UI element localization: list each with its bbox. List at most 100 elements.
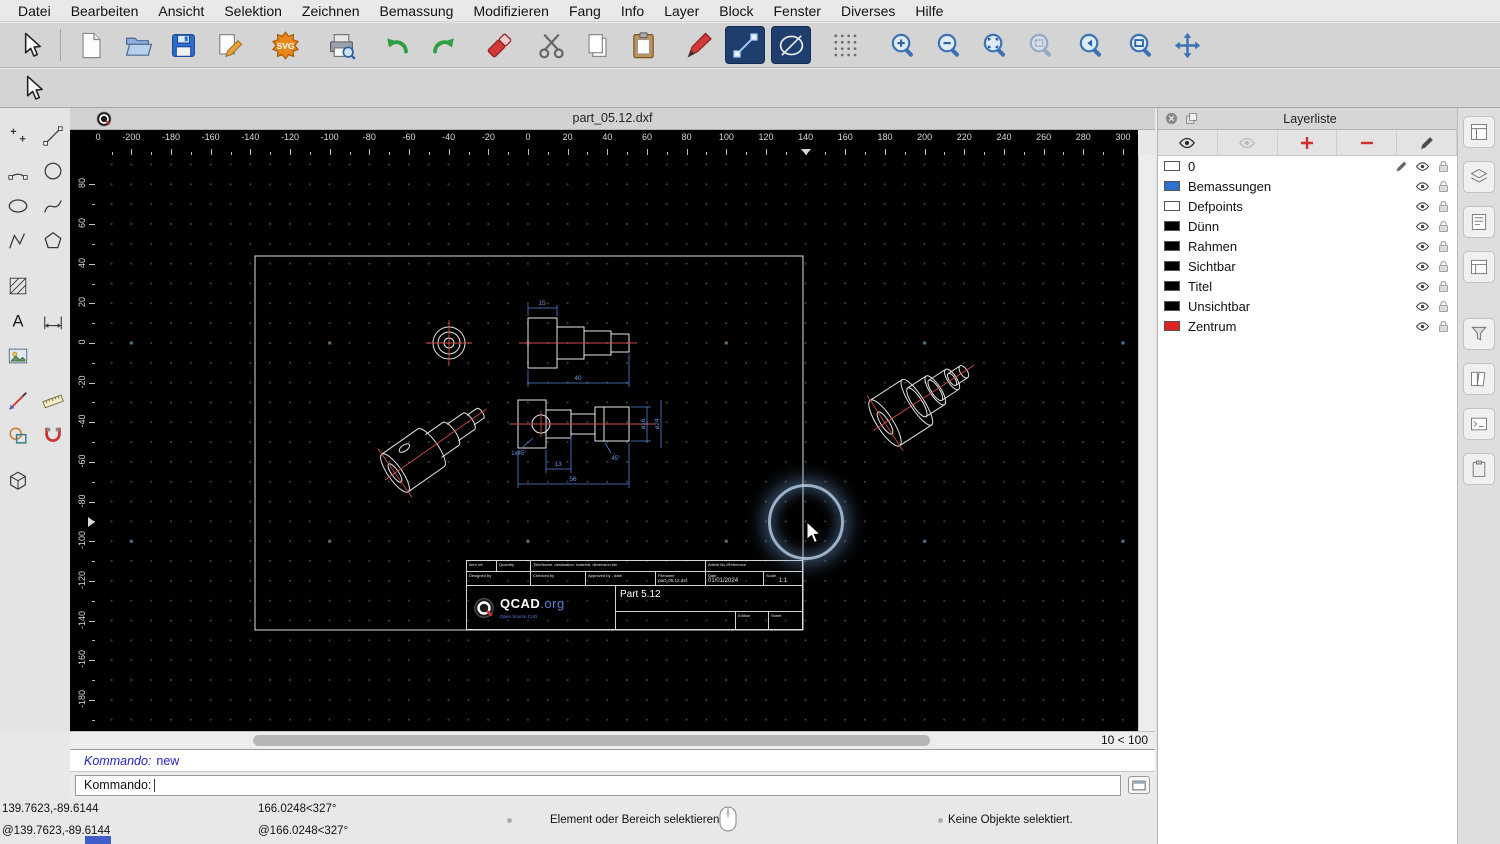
iso-view-tool-button[interactable] <box>2 465 33 496</box>
layer-list-dock-button[interactable] <box>1463 161 1495 193</box>
menu-datei[interactable]: Datei <box>8 3 61 19</box>
remove-layer-button[interactable] <box>1337 130 1397 155</box>
draw-pen-button[interactable] <box>679 26 719 64</box>
layer-row-defpoints[interactable]: Defpoints <box>1158 196 1457 216</box>
selection-tool-button[interactable] <box>12 69 52 107</box>
panel-float-icon[interactable] <box>1184 111 1199 126</box>
polygon-tool-button[interactable] <box>37 225 68 256</box>
layer-lock-icon[interactable] <box>1436 199 1451 214</box>
drawing-canvas[interactable]: 15 40 <box>95 155 1138 731</box>
menu-layer[interactable]: Layer <box>654 3 709 19</box>
zoom-in-button[interactable] <box>883 26 923 64</box>
snap-tool-button[interactable] <box>37 420 68 451</box>
info-tool-button[interactable] <box>2 385 33 416</box>
circle-tool-button[interactable] <box>37 155 68 186</box>
layer-lock-icon[interactable] <box>1436 259 1451 274</box>
edit-layer-button[interactable] <box>1397 130 1457 155</box>
menu-zeichnen[interactable]: Zeichnen <box>292 3 370 19</box>
command-input[interactable]: Kommando: <box>75 775 1121 796</box>
new-file-button[interactable] <box>71 26 111 64</box>
hatch-tool-button[interactable] <box>2 270 33 301</box>
menu-diverses[interactable]: Diverses <box>831 3 905 19</box>
command-options-button[interactable] <box>1128 776 1150 794</box>
dimension-tool-button[interactable] <box>37 305 68 336</box>
layer-lock-icon[interactable] <box>1436 239 1451 254</box>
line-tool-button[interactable] <box>725 26 765 64</box>
layer-visibility-icon[interactable] <box>1415 219 1430 234</box>
layer-row-0[interactable]: 0 <box>1158 156 1457 176</box>
ellipse-slash-tool-button[interactable] <box>771 26 811 64</box>
menu-bearbeiten[interactable]: Bearbeiten <box>61 3 149 19</box>
cut-button[interactable] <box>531 26 571 64</box>
ellipse-tool-button[interactable] <box>2 190 33 221</box>
menu-info[interactable]: Info <box>611 3 654 19</box>
layer-visibility-icon[interactable] <box>1415 299 1430 314</box>
layer-visibility-icon[interactable] <box>1415 159 1430 174</box>
redo-button[interactable] <box>423 26 463 64</box>
line2-tool-button[interactable] <box>37 120 68 151</box>
print-preview-button[interactable] <box>321 26 361 64</box>
svg-export-button[interactable]: SVG <box>265 26 305 64</box>
paste-button[interactable] <box>623 26 663 64</box>
layer-lock-icon[interactable] <box>1436 299 1451 314</box>
image-tool-button[interactable] <box>2 340 33 371</box>
layer-visibility-icon[interactable] <box>1415 199 1430 214</box>
layer-visibility-icon[interactable] <box>1415 239 1430 254</box>
spline-tool-button[interactable] <box>37 190 68 221</box>
command-widgets-dock-button[interactable] <box>1463 408 1495 440</box>
vertical-scrollbar[interactable] <box>1138 155 1155 731</box>
shape-tool-button[interactable] <box>2 420 33 451</box>
save-file-button[interactable] <box>163 26 203 64</box>
layer-lock-icon[interactable] <box>1436 179 1451 194</box>
ruler-tool-button[interactable] <box>37 385 68 416</box>
layer-lock-icon[interactable] <box>1436 159 1451 174</box>
point-tool-button[interactable] <box>2 120 33 151</box>
show-all-layers-button[interactable] <box>1158 130 1218 155</box>
layer-row-zentrum[interactable]: Zentrum <box>1158 316 1457 336</box>
layer-row-bemassungen[interactable]: Bemassungen <box>1158 176 1457 196</box>
menu-bemassung[interactable]: Bemassung <box>370 3 464 19</box>
auto-zoom-button[interactable] <box>975 26 1015 64</box>
zoom-window-button[interactable] <box>1121 26 1161 64</box>
clipboard-panel-dock-button[interactable] <box>1463 453 1495 485</box>
menu-selektion[interactable]: Selektion <box>214 3 292 19</box>
undo-button[interactable] <box>377 26 417 64</box>
hide-all-layers-button[interactable] <box>1218 130 1278 155</box>
zoom-out-button[interactable] <box>929 26 969 64</box>
selection-filter-dock-button[interactable] <box>1463 318 1495 350</box>
layer-lock-icon[interactable] <box>1436 279 1451 294</box>
menu-block[interactable]: Block <box>709 3 763 19</box>
delete-entity-button[interactable] <box>479 26 519 64</box>
horizontal-scrollbar[interactable]: 10 < 100 <box>70 731 1155 749</box>
layer-row-titel[interactable]: Titel <box>1158 276 1457 296</box>
layer-row-sichtbar[interactable]: Sichtbar <box>1158 256 1457 276</box>
layer-lock-icon[interactable] <box>1436 319 1451 334</box>
layer-row-dünn[interactable]: Dünn <box>1158 216 1457 236</box>
layer-visibility-icon[interactable] <box>1415 259 1430 274</box>
layer-visibility-icon[interactable] <box>1415 319 1430 334</box>
horizontal-scrollbar-thumb[interactable] <box>253 735 930 746</box>
cursor-arrow-button[interactable] <box>10 26 50 64</box>
menu-ansicht[interactable]: Ansicht <box>148 3 214 19</box>
layer-lock-icon[interactable] <box>1436 219 1451 234</box>
arc-tool-button[interactable] <box>2 155 33 186</box>
open-file-button[interactable] <box>117 26 157 64</box>
menu-modifizieren[interactable]: Modifizieren <box>463 3 558 19</box>
previous-view-button[interactable] <box>1071 26 1111 64</box>
block-list-dock-button[interactable] <box>1463 206 1495 238</box>
text-tool-button[interactable]: A <box>2 305 33 336</box>
library-browser-dock-button[interactable] <box>1463 363 1495 395</box>
layer-row-unsichtbar[interactable]: Unsichtbar <box>1158 296 1457 316</box>
panel-close-icon[interactable] <box>1164 111 1179 126</box>
layer-visibility-icon[interactable] <box>1415 179 1430 194</box>
layer-visibility-icon[interactable] <box>1415 279 1430 294</box>
copy-button[interactable] <box>577 26 617 64</box>
polyline-tool-button[interactable] <box>2 225 33 256</box>
add-layer-button[interactable] <box>1278 130 1338 155</box>
view-list-dock-button[interactable] <box>1463 251 1495 283</box>
property-editor-dock-button[interactable] <box>1463 116 1495 148</box>
pan-button[interactable] <box>1167 26 1207 64</box>
edit-drawing-button[interactable] <box>209 26 249 64</box>
menu-hilfe[interactable]: Hilfe <box>905 3 953 19</box>
menu-fenster[interactable]: Fenster <box>763 3 830 19</box>
